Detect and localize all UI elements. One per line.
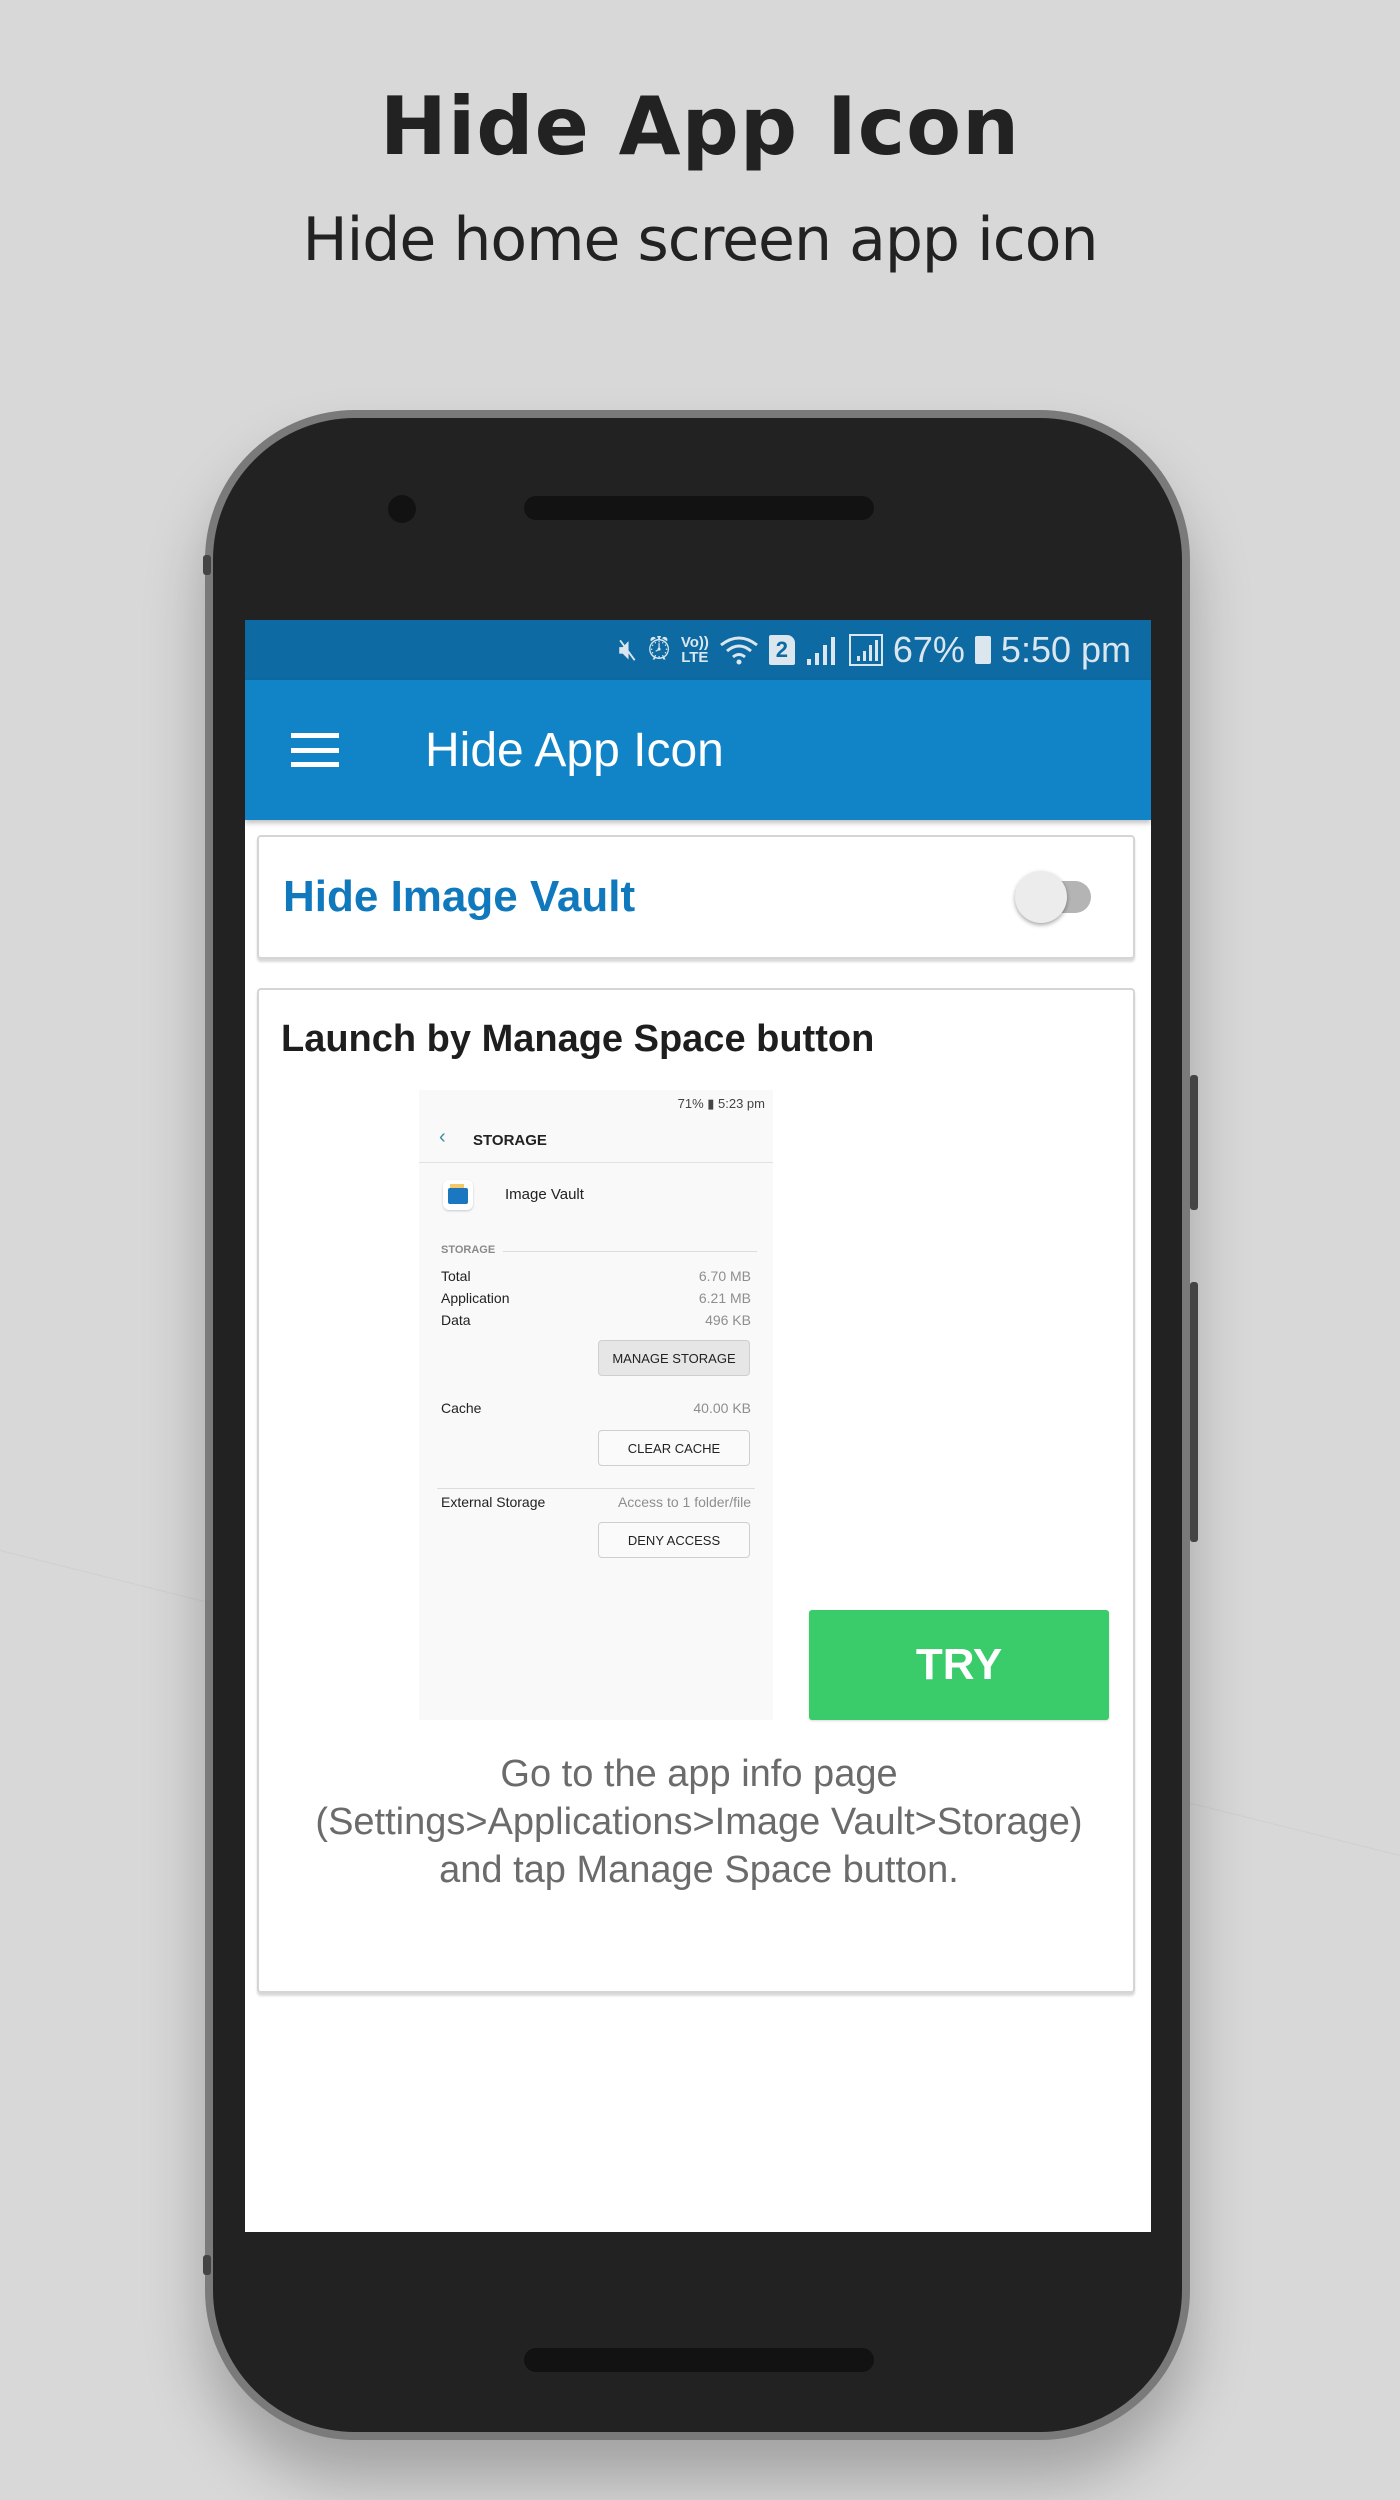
front-camera [388, 495, 416, 523]
hide-app-label: Hide Image Vault [283, 872, 636, 921]
external-storage-row: External Storage Access to 1 folder/file [441, 1494, 751, 1510]
mute-icon: 🔇︎ [618, 633, 638, 666]
storage-row-label: Total [441, 1268, 471, 1284]
battery-icon [974, 636, 991, 664]
screenshot-section-label: STORAGE [441, 1244, 496, 1256]
signal-icon [805, 635, 839, 665]
sim2-icon: 2 [768, 635, 795, 665]
storage-row: Data 496 KB [441, 1312, 751, 1328]
deny-access-button: DENY ACCESS [598, 1522, 750, 1558]
cache-row: Cache 40.00 KB [441, 1400, 751, 1416]
clear-cache-button: CLEAR CACHE [598, 1430, 750, 1466]
external-storage-label: External Storage [441, 1494, 546, 1510]
image-vault-app-icon [443, 1180, 473, 1210]
manage-space-heading: Launch by Manage Space button [281, 1018, 875, 1060]
storage-screenshot: 71% ▮ 5:23 pm ‹ STORAGE Image Vault STOR… [419, 1090, 773, 1720]
volte-icon: Vo)) LTE [681, 635, 709, 665]
cache-value: 40.00 KB [693, 1400, 751, 1416]
promo-subtitle: Hide home screen app icon [302, 205, 1099, 275]
external-storage-value: Access to 1 folder/file [617, 1494, 751, 1510]
storage-row-label: Data [441, 1312, 471, 1328]
menu-icon[interactable] [291, 733, 339, 767]
phone-screen: 🔇︎ ⏰︎ Vo)) LTE 2 67% 5:50 pm Hide App Ico… [245, 620, 1151, 2232]
battery-percent: 67% [892, 629, 965, 670]
storage-row-value: 6.70 MB [698, 1268, 751, 1284]
screenshot-header-title: STORAGE [473, 1132, 547, 1149]
phone-power-button [1190, 1282, 1198, 1542]
phone-side-button [203, 2255, 211, 2275]
status-time: 5:50 pm [1000, 629, 1131, 670]
lte-label: LTE [681, 649, 709, 666]
storage-row-value: 496 KB [705, 1312, 751, 1328]
storage-row-label: Application [441, 1290, 510, 1306]
section-divider [503, 1251, 757, 1252]
hide-app-card: Hide Image Vault [257, 835, 1135, 959]
back-chevron-icon: ‹ [439, 1126, 446, 1148]
status-bar: 🔇︎ ⏰︎ Vo)) LTE 2 67% 5:50 pm [245, 620, 1151, 680]
phone-side-button [203, 555, 211, 575]
promo-title: Hide App Icon [379, 80, 1021, 173]
storage-row: Total 6.70 MB [441, 1268, 751, 1284]
earpiece-speaker [524, 496, 874, 520]
manage-space-card: Launch by Manage Space button 71% ▮ 5:23… [257, 988, 1135, 1993]
manage-storage-button: MANAGE STORAGE [598, 1340, 750, 1376]
alarm-icon: ⏰︎ [647, 633, 671, 666]
signal-boxed-icon [848, 634, 883, 666]
screenshot-header: ‹ STORAGE [419, 1120, 773, 1163]
instructions-text: Go to the app info page (Settings>Applic… [315, 1753, 1083, 1891]
app-bar: Hide App Icon [245, 680, 1151, 820]
hide-app-toggle[interactable] [1015, 869, 1095, 925]
phone-volume-button [1190, 1075, 1198, 1210]
try-button[interactable]: TRY [809, 1610, 1109, 1720]
bottom-speaker [524, 2348, 874, 2372]
screenshot-app-name: Image Vault [505, 1186, 584, 1203]
storage-row: Application 6.21 MB [441, 1290, 751, 1306]
cache-label: Cache [441, 1400, 482, 1416]
toggle-thumb [1015, 871, 1067, 923]
storage-row-value: 6.21 MB [698, 1290, 751, 1306]
divider [437, 1488, 755, 1489]
wifi-icon [719, 635, 759, 665]
screenshot-status-bar: 71% ▮ 5:23 pm [677, 1096, 765, 1111]
app-title: Hide App Icon [425, 723, 724, 777]
